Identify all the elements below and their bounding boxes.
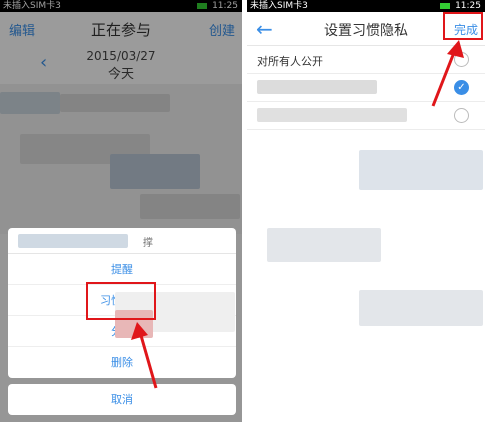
- radio-button[interactable]: [454, 108, 469, 123]
- blurred-content: [267, 228, 381, 262]
- blurred-content: [257, 108, 407, 122]
- arrow-up-icon: [131, 322, 158, 389]
- sheet-header-text: 撑: [143, 238, 153, 249]
- highlight-box: [86, 282, 156, 320]
- clock-text: 11:25: [455, 1, 481, 11]
- battery-icon: [440, 2, 451, 9]
- sheet-header: 撑: [8, 228, 236, 254]
- blurred-content: [359, 150, 483, 190]
- remind-option[interactable]: 提醒: [8, 254, 236, 285]
- carrier-text: 未插入SIM卡3: [250, 1, 308, 11]
- blurred-content: [359, 290, 483, 326]
- right-screen: 未插入SIM卡3 11:25 ← 设置习惯隐私 完成 对所有人公开 ✓: [247, 0, 485, 422]
- status-bar: 未插入SIM卡3 11:25: [247, 0, 485, 12]
- blurred-content: [257, 80, 377, 94]
- highlight-box: [443, 12, 483, 40]
- cancel-button[interactable]: 取消: [8, 384, 236, 415]
- delete-option[interactable]: 删除: [8, 347, 236, 378]
- arrow-up-icon: [431, 40, 464, 107]
- option-label: 对所有人公开: [257, 55, 323, 68]
- blurred-content: [18, 234, 128, 248]
- left-screen: 未插入SIM卡3 11:25 编辑 正在参与 创建 ‹ 2015/03/27 今…: [0, 0, 242, 422]
